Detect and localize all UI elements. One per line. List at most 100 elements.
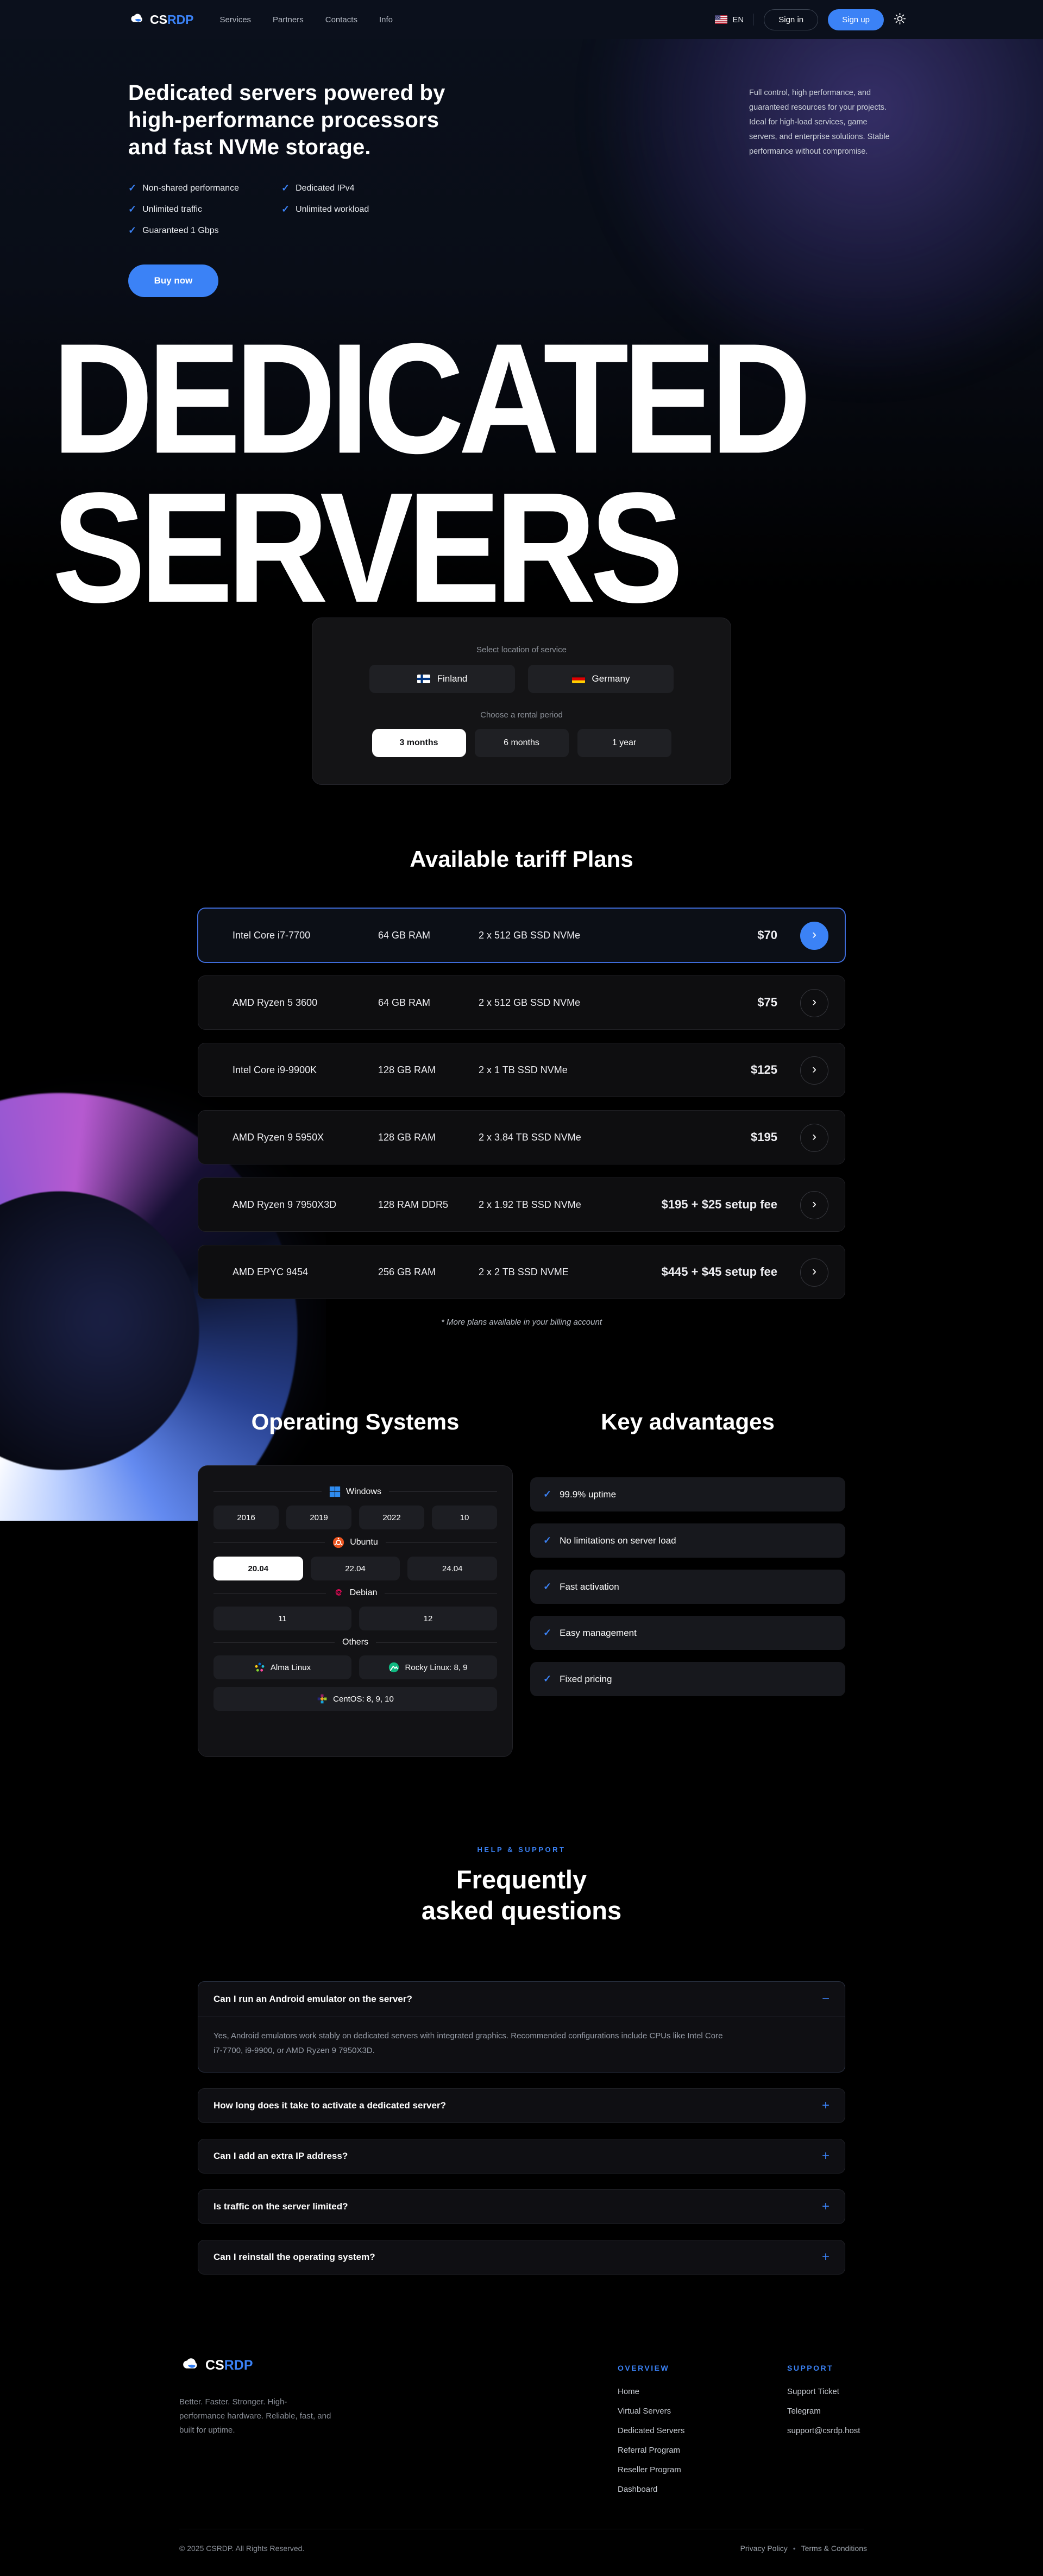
os-option-label: Rocky Linux: 8, 9 <box>405 1663 467 1672</box>
plan-cpu: Intel Core i7-7700 <box>233 930 378 941</box>
plan-row-amd-epyc-9454[interactable]: AMD EPYC 9454256 GB RAM2 x 2 TB SSD NVME… <box>198 1245 845 1299</box>
collapse-icon[interactable]: − <box>822 1992 830 2007</box>
plan-price: $75 <box>757 996 777 1010</box>
plan-row-amd-ryzen-9-7950x3d[interactable]: AMD Ryzen 9 7950X3D128 RAM DDR52 x 1.92 … <box>198 1177 845 1232</box>
period-button-3-months[interactable]: 3 months <box>372 729 466 757</box>
footer-link-support-ticket[interactable]: Support Ticket <box>787 2387 860 2396</box>
finland-flag-icon <box>417 675 430 683</box>
faq-question: Can I add an extra IP address? <box>213 2151 348 2162</box>
footer-column-overview: OVERVIEW Home Virtual Servers Dedicated Ser… <box>618 2364 684 2504</box>
period-button-1-year[interactable]: 1 year <box>577 729 671 757</box>
footer-link-telegram[interactable]: Telegram <box>787 2407 860 2416</box>
footer-column-title: OVERVIEW <box>618 2364 684 2372</box>
footer-link-home[interactable]: Home <box>618 2387 684 2396</box>
os-group-header-windows: Windows <box>213 1486 497 1497</box>
nav-link-contacts[interactable]: Contacts <box>325 15 357 24</box>
nav-link-partners[interactable]: Partners <box>273 15 304 24</box>
sign-up-button[interactable]: Sign up <box>828 9 884 30</box>
plan-cpu: AMD Ryzen 9 5950X <box>233 1132 378 1143</box>
language-selector[interactable]: EN <box>715 15 744 24</box>
footer-logo[interactable]: CSRDP <box>179 2356 253 2375</box>
expand-icon[interactable]: + <box>822 2199 830 2214</box>
brand-logo[interactable]: CSRDP <box>128 12 194 27</box>
os-option-rocky-linux-8-9[interactable]: Rocky Linux: 8, 9 <box>359 1655 497 1679</box>
buy-now-button[interactable]: Buy now <box>128 264 218 297</box>
plan-storage: 2 x 1.92 TB SSD NVMe <box>479 1199 662 1211</box>
plan-row-intel-core-i9-9900k[interactable]: Intel Core i9-9900K128 GB RAM2 x 1 TB SS… <box>198 1043 845 1097</box>
os-option-11[interactable]: 11 <box>213 1607 351 1630</box>
us-flag-icon <box>715 15 727 24</box>
os-group-name: Ubuntu <box>332 1536 378 1548</box>
plan-chevron-button[interactable]: › <box>800 1124 828 1152</box>
faq-item[interactable]: Can I run an Android emulator on the ser… <box>198 1981 845 2073</box>
location-button-germany[interactable]: Germany <box>528 665 674 693</box>
plan-chevron-button[interactable]: › <box>800 1191 828 1219</box>
legal-link-privacy-policy[interactable]: Privacy Policy <box>740 2544 788 2553</box>
legal-link-terms-conditions[interactable]: Terms & Conditions <box>801 2544 867 2553</box>
expand-icon[interactable]: + <box>822 2149 830 2164</box>
os-option-label: CentOS: 8, 9, 10 <box>333 1695 394 1704</box>
plan-storage: 2 x 2 TB SSD NVME <box>479 1267 662 1278</box>
faq-question-row: How long does it take to activate a dedi… <box>198 2089 845 2122</box>
os-option-centos-8-9-10[interactable]: CentOS: 8, 9, 10 <box>213 1687 497 1711</box>
os-title: Operating Systems <box>198 1409 513 1435</box>
nav-right: EN Sign in Sign up <box>715 9 906 30</box>
nav-link-info[interactable]: Info <box>379 15 393 24</box>
faq-question: How long does it take to activate a dedi… <box>213 2100 446 2111</box>
divider-line <box>213 1542 325 1543</box>
faq-item[interactable]: Is traffic on the server limited?+ <box>198 2189 845 2224</box>
plan-chevron-button[interactable]: › <box>800 922 828 950</box>
location-button-finland[interactable]: Finland <box>369 665 515 693</box>
plan-row-amd-ryzen-9-5950x[interactable]: AMD Ryzen 9 5950X128 GB RAM2 x 3.84 TB S… <box>198 1110 845 1164</box>
footer-link-referral-program[interactable]: Referral Program <box>618 2446 684 2455</box>
os-option-2016[interactable]: 2016 <box>213 1506 279 1529</box>
plan-storage: 2 x 1 TB SSD NVMe <box>479 1065 751 1076</box>
os-option-22-04[interactable]: 22.04 <box>311 1557 400 1580</box>
feature-column-1: ✓Non-shared performance✓Unlimited traffi… <box>128 182 239 246</box>
feature-label: Unlimited workload <box>296 205 369 215</box>
divider-line <box>213 1491 322 1492</box>
theme-toggle-button[interactable] <box>894 12 906 27</box>
os-options-others: Alma Linux Rocky Linux: 8, 9 CentOS: 8, 9,… <box>213 1655 497 1711</box>
hero-feature-list: ✓Non-shared performance✓Unlimited traffi… <box>128 182 445 246</box>
sign-in-button[interactable]: Sign in <box>764 9 818 30</box>
footer-link-dashboard[interactable]: Dashboard <box>618 2485 684 2494</box>
location-options: Finland Germany <box>369 665 674 693</box>
feature-label: Dedicated IPv4 <box>296 184 355 193</box>
nav-links: Services Partners Contacts Info <box>220 15 393 24</box>
plan-row-amd-ryzen-5-3600[interactable]: AMD Ryzen 5 360064 GB RAM2 x 512 GB SSD … <box>198 975 845 1030</box>
feature-label: Unlimited traffic <box>142 205 202 215</box>
advantage-label: 99.9% uptime <box>560 1489 616 1500</box>
plan-chevron-button[interactable]: › <box>800 1258 828 1287</box>
footer-link-dedicated-servers[interactable]: Dedicated Servers <box>618 2426 684 2435</box>
faq-item[interactable]: Can I reinstall the operating system?+ <box>198 2240 845 2275</box>
footer-link-reseller-program[interactable]: Reseller Program <box>618 2465 684 2474</box>
footer-link-support-csrdp-host[interactable]: support@csrdp.host <box>787 2426 860 2435</box>
sun-icon <box>894 12 906 27</box>
plan-chevron-button[interactable]: › <box>800 1056 828 1085</box>
plan-row-intel-core-i7-7700[interactable]: Intel Core i7-770064 GB RAM2 x 512 GB SS… <box>198 908 845 962</box>
plan-chevron-button[interactable]: › <box>800 989 828 1017</box>
os-option-alma-linux[interactable]: Alma Linux <box>213 1655 351 1679</box>
faq-item[interactable]: How long does it take to activate a dedi… <box>198 2088 845 2123</box>
os-option-12[interactable]: 12 <box>359 1607 497 1630</box>
plan-storage: 2 x 512 GB SSD NVMe <box>479 930 757 941</box>
faq-item[interactable]: Can I add an extra IP address? + <box>198 2139 845 2174</box>
advantage-item: ✓Fast activation <box>530 1570 845 1604</box>
os-group-name: Windows <box>329 1486 381 1497</box>
hero-section: Dedicated servers powered by high-perfor… <box>128 79 445 246</box>
os-option-2022[interactable]: 2022 <box>359 1506 424 1529</box>
nav-link-services[interactable]: Services <box>220 15 252 24</box>
os-option-20-04[interactable]: 20.04 <box>213 1557 303 1580</box>
expand-icon[interactable]: + <box>822 2250 830 2265</box>
advantage-item: ✓Easy management <box>530 1616 845 1650</box>
period-options: 3 months 6 months 1 year <box>372 729 671 757</box>
period-button-6-months[interactable]: 6 months <box>475 729 569 757</box>
windows-icon <box>329 1486 341 1497</box>
os-option-10[interactable]: 10 <box>432 1506 497 1529</box>
expand-icon[interactable]: + <box>822 2098 830 2113</box>
advantage-label: No limitations on server load <box>560 1535 676 1546</box>
footer-link-virtual-servers[interactable]: Virtual Servers <box>618 2407 684 2416</box>
os-option-24-04[interactable]: 24.04 <box>407 1557 497 1580</box>
os-option-2019[interactable]: 2019 <box>286 1506 351 1529</box>
